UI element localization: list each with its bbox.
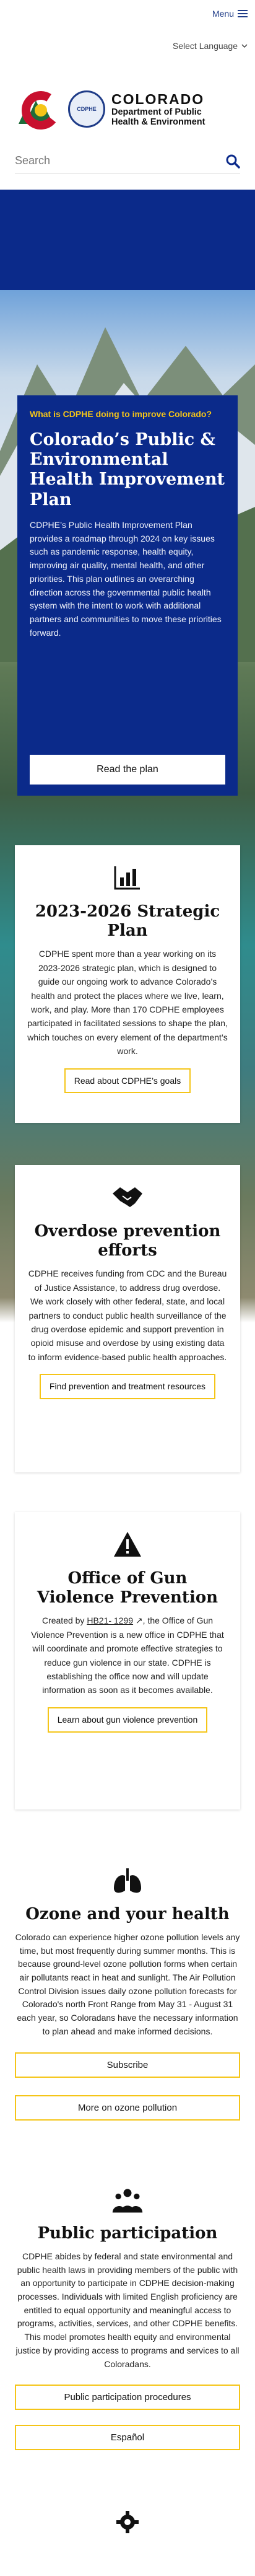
- site-header: Menu Select Language CDPHE COLORADO Depa…: [0, 0, 255, 174]
- language-selector[interactable]: Select Language: [173, 41, 248, 51]
- public-participation-title: Public participation: [37, 2224, 218, 2243]
- external-link-icon: ↗: [133, 1615, 143, 1626]
- hero-top-band: [0, 190, 255, 290]
- menu-label: Menu: [212, 9, 234, 19]
- bar-chart-icon: [111, 861, 144, 894]
- overdose-body: CDPHE receives funding from CDC and the …: [28, 1268, 227, 1362]
- strategic-plan-title: 2023-2026 Strategic Plan: [35, 902, 220, 941]
- gun-body-prefix: Created by: [41, 1615, 87, 1626]
- plan-kicker: What is CDPHE doing to improve Colorado?: [30, 409, 212, 419]
- overdose-title: Overdose prevention efforts: [34, 1222, 221, 1260]
- menu-button[interactable]: Menu: [212, 9, 248, 19]
- hamburger-icon: [238, 10, 248, 17]
- seal-text: CDPHE: [77, 106, 97, 112]
- lungs-icon: [111, 1865, 144, 1897]
- gun-violence-title: Office of Gun Violence Prevention: [37, 1569, 218, 1607]
- cdphe-seal-icon: CDPHE: [68, 90, 105, 128]
- public-participation-body: CDPHE abides by federal and state enviro…: [15, 2251, 240, 2369]
- people-icon: [111, 2184, 144, 2217]
- gear-icon: [115, 2510, 140, 2538]
- logo-department-line2: Health & Environment: [111, 116, 205, 127]
- overdose-prevention-card: Overdose prevention efforts CDPHE receiv…: [15, 1165, 240, 1472]
- subscribe-button[interactable]: Subscribe: [15, 2052, 240, 2078]
- plan-body: CDPHE’s Public Health Improvement Plan p…: [30, 520, 222, 638]
- gun-violence-learn-button[interactable]: Learn about gun violence prevention: [47, 1707, 208, 1733]
- ozone-title: Ozone and your health: [25, 1905, 230, 1923]
- logo-department-line1: Department of Public: [111, 107, 202, 118]
- search-input[interactable]: [15, 154, 201, 167]
- search-bar: [15, 149, 240, 174]
- search-icon[interactable]: [225, 154, 240, 169]
- handshake-icon: [111, 1181, 144, 1213]
- warning-icon: [111, 1528, 144, 1560]
- logo-state-name: COLORADO: [111, 91, 205, 108]
- gun-body-suffix: , the Office of Gun Violence Prevention …: [31, 1615, 224, 1695]
- gun-violence-body: Created by HB21- 1299 ↗, the Office of G…: [27, 1614, 228, 1697]
- plan-title: Colorado’s Public & Environmental Health…: [30, 429, 225, 509]
- site-logo[interactable]: CDPHE COLORADO Department of Public Heal…: [17, 87, 205, 131]
- read-plan-button[interactable]: Read the plan: [30, 755, 225, 785]
- more-on-ozone-button[interactable]: More on ozone pollution: [15, 2095, 240, 2121]
- top-bar: Menu: [0, 0, 255, 38]
- participation-procedures-button[interactable]: Public participation procedures: [15, 2385, 240, 2411]
- chevron-down-icon: [241, 44, 248, 48]
- gun-violence-prevention-card: Office of Gun Violence Prevention Create…: [15, 1512, 240, 1809]
- language-label: Select Language: [172, 41, 238, 51]
- health-improvement-plan-card: What is CDPHE doing to improve Colorado?…: [17, 395, 238, 796]
- public-participation-section: Public participation CDPHE abides by fed…: [15, 2184, 240, 2451]
- espanol-button[interactable]: Español: [15, 2425, 240, 2451]
- logo-text: COLORADO Department of Public Health & E…: [111, 91, 205, 126]
- cdphe-goals-button[interactable]: Read about CDPHE’s goals: [64, 1068, 191, 1094]
- strategic-plan-body: CDPHE spent more than a year working on …: [27, 949, 228, 1057]
- hb21-1299-link[interactable]: HB21- 1299: [87, 1615, 133, 1625]
- ozone-body: Colorado can experience higher ozone pol…: [15, 1932, 240, 2036]
- colorado-c-logo-icon: [19, 91, 60, 130]
- prevention-resources-button[interactable]: Find prevention and treatment resources: [39, 1374, 216, 1399]
- strategic-plan-card: 2023-2026 Strategic Plan CDPHE spent mor…: [15, 845, 240, 1123]
- ozone-section: Ozone and your health Colorado can exper…: [15, 1865, 240, 2121]
